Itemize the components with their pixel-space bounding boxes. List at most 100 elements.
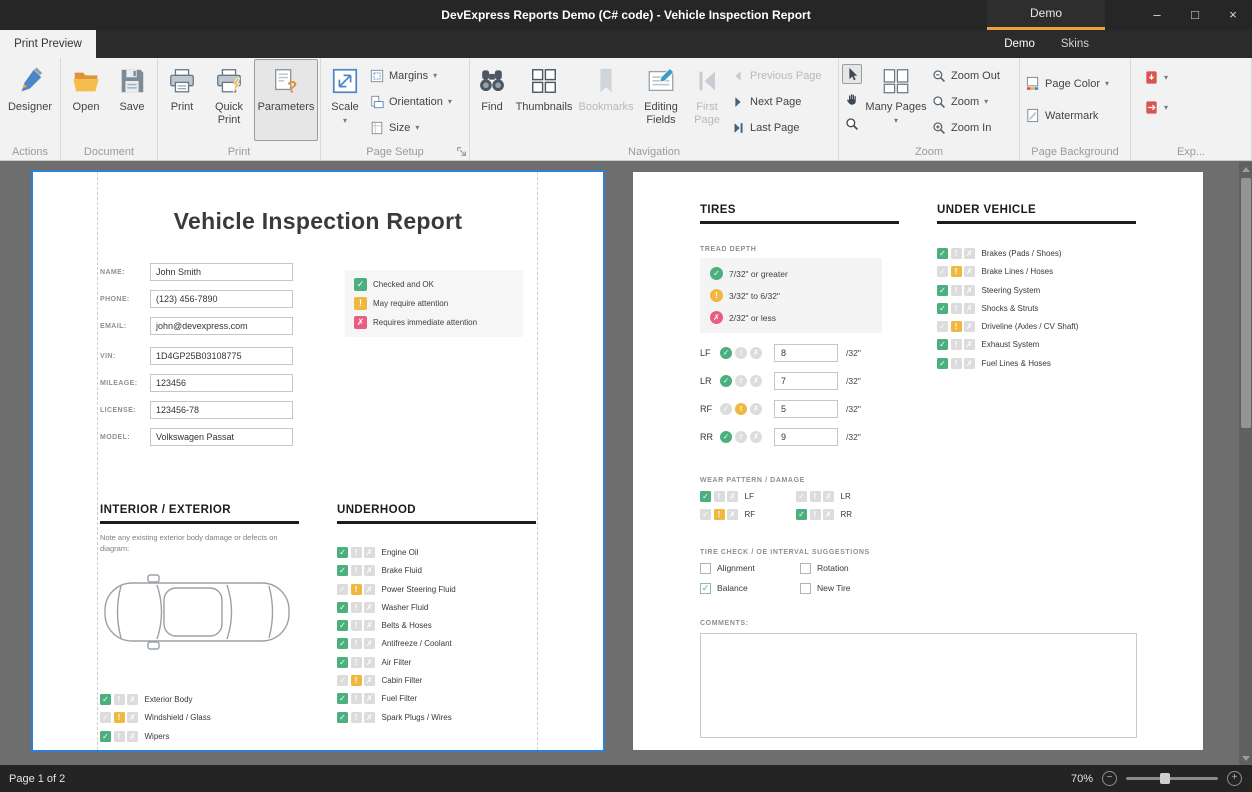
critical-checkbox[interactable]: ✗: [964, 358, 975, 369]
page-color-button[interactable]: Page Color ▾: [1022, 75, 1128, 92]
attention-checkbox[interactable]: !: [351, 602, 362, 613]
critical-checkbox[interactable]: ✗: [364, 565, 375, 576]
quick-print-button[interactable]: Quick Print: [204, 59, 254, 141]
ok-checkbox[interactable]: ✓: [937, 248, 948, 259]
ok-checkbox[interactable]: ✓: [337, 602, 348, 613]
ok-checkbox[interactable]: ✓: [100, 712, 111, 723]
orientation-button[interactable]: Orientation ▾: [367, 93, 467, 110]
ok-checkbox[interactable]: ✓: [337, 675, 348, 686]
editing-fields-button[interactable]: Editing Fields: [636, 59, 686, 141]
tread-depth-input[interactable]: 8: [774, 344, 838, 362]
scroll-up-button[interactable]: [1239, 162, 1252, 176]
scale-button[interactable]: Scale ▾: [323, 59, 367, 141]
send-document-button[interactable]: ▾: [1141, 99, 1193, 116]
critical-radio[interactable]: ✗: [750, 431, 762, 443]
ok-checkbox[interactable]: ✓: [937, 339, 948, 350]
ok-checkbox[interactable]: ✓: [100, 731, 111, 742]
critical-checkbox[interactable]: ✗: [127, 694, 138, 705]
open-button[interactable]: Open: [63, 59, 109, 141]
critical-checkbox[interactable]: ✗: [364, 712, 375, 723]
critical-checkbox[interactable]: ✗: [364, 675, 375, 686]
thumbnails-button[interactable]: Thumbnails: [512, 59, 576, 141]
bookmarks-button[interactable]: Bookmarks: [576, 59, 636, 141]
ok-checkbox[interactable]: ✓: [796, 491, 807, 502]
ok-checkbox[interactable]: ✓: [796, 509, 807, 520]
suggestion-checkbox[interactable]: ✓: [700, 583, 711, 594]
zoom-button[interactable]: Zoom ▾: [929, 93, 1017, 110]
hand-tool-button[interactable]: [842, 89, 862, 109]
critical-checkbox[interactable]: ✗: [364, 584, 375, 595]
attention-radio[interactable]: !: [735, 403, 747, 415]
critical-radio[interactable]: ✗: [750, 375, 762, 387]
attention-checkbox[interactable]: !: [714, 509, 725, 520]
critical-checkbox[interactable]: ✗: [127, 731, 138, 742]
model-field[interactable]: Volkswagen Passat: [150, 428, 293, 446]
attention-checkbox[interactable]: !: [810, 509, 821, 520]
zoom-in-button[interactable]: Zoom In: [929, 119, 1017, 136]
ok-checkbox[interactable]: ✓: [937, 358, 948, 369]
suggestion-checkbox[interactable]: ✓: [800, 583, 811, 594]
print-button[interactable]: Print: [160, 59, 204, 141]
ok-radio[interactable]: ✓: [720, 431, 732, 443]
critical-radio[interactable]: ✗: [750, 347, 762, 359]
pointer-tool-button[interactable]: [842, 64, 862, 84]
attention-checkbox[interactable]: !: [351, 565, 362, 576]
tread-depth-input[interactable]: 9: [774, 428, 838, 446]
critical-checkbox[interactable]: ✗: [823, 509, 834, 520]
attention-checkbox[interactable]: !: [351, 712, 362, 723]
find-button[interactable]: Find: [472, 59, 512, 141]
tread-depth-input[interactable]: 7: [774, 372, 838, 390]
attention-checkbox[interactable]: !: [714, 491, 725, 502]
tab-skins[interactable]: Skins: [1048, 30, 1102, 58]
critical-checkbox[interactable]: ✗: [823, 491, 834, 502]
save-button[interactable]: Save: [109, 59, 155, 141]
attention-checkbox[interactable]: !: [951, 248, 962, 259]
ok-checkbox[interactable]: ✓: [337, 547, 348, 558]
ok-radio[interactable]: ✓: [720, 375, 732, 387]
next-page-button[interactable]: Next Page: [728, 93, 836, 110]
scroll-down-button[interactable]: [1239, 751, 1252, 765]
parameters-button[interactable]: ? Parameters: [254, 59, 318, 141]
ok-checkbox[interactable]: ✓: [937, 321, 948, 332]
license-field[interactable]: 123456-78: [150, 401, 293, 419]
margins-button[interactable]: Margins ▾: [367, 67, 467, 84]
name-field[interactable]: John Smith: [150, 263, 293, 281]
critical-checkbox[interactable]: ✗: [364, 547, 375, 558]
zoom-in-button[interactable]: +: [1227, 771, 1242, 786]
ok-checkbox[interactable]: ✓: [337, 712, 348, 723]
tab-demo[interactable]: Demo: [991, 30, 1048, 58]
zoom-slider[interactable]: [1126, 777, 1218, 780]
attention-checkbox[interactable]: !: [951, 285, 962, 296]
phone-field[interactable]: (123) 456-7890: [150, 290, 293, 308]
critical-checkbox[interactable]: ✗: [727, 509, 738, 520]
attention-radio[interactable]: !: [735, 375, 747, 387]
attention-checkbox[interactable]: !: [351, 584, 362, 595]
last-page-button[interactable]: Last Page: [728, 119, 836, 136]
critical-checkbox[interactable]: ✗: [364, 620, 375, 631]
critical-checkbox[interactable]: ✗: [964, 248, 975, 259]
critical-checkbox[interactable]: ✗: [127, 712, 138, 723]
ok-checkbox[interactable]: ✓: [337, 565, 348, 576]
attention-checkbox[interactable]: !: [951, 321, 962, 332]
critical-checkbox[interactable]: ✗: [364, 693, 375, 704]
ok-checkbox[interactable]: ✓: [337, 693, 348, 704]
ok-checkbox[interactable]: ✓: [937, 266, 948, 277]
first-page-button[interactable]: First Page: [686, 59, 728, 141]
ok-checkbox[interactable]: ✓: [937, 285, 948, 296]
vertical-scrollbar[interactable]: [1239, 162, 1252, 765]
magnifier-tool-button[interactable]: [842, 114, 862, 134]
critical-checkbox[interactable]: ✗: [364, 638, 375, 649]
zoom-out-button[interactable]: Zoom Out: [929, 67, 1017, 84]
critical-radio[interactable]: ✗: [750, 403, 762, 415]
critical-checkbox[interactable]: ✗: [727, 491, 738, 502]
attention-checkbox[interactable]: !: [114, 712, 125, 723]
ok-checkbox[interactable]: ✓: [700, 509, 711, 520]
ok-checkbox[interactable]: ✓: [337, 620, 348, 631]
zoom-out-button[interactable]: −: [1102, 771, 1117, 786]
attention-checkbox[interactable]: !: [951, 266, 962, 277]
attention-checkbox[interactable]: !: [351, 657, 362, 668]
critical-checkbox[interactable]: ✗: [964, 266, 975, 277]
critical-checkbox[interactable]: ✗: [964, 339, 975, 350]
ok-radio[interactable]: ✓: [720, 403, 732, 415]
scrollbar-thumb[interactable]: [1241, 178, 1251, 428]
